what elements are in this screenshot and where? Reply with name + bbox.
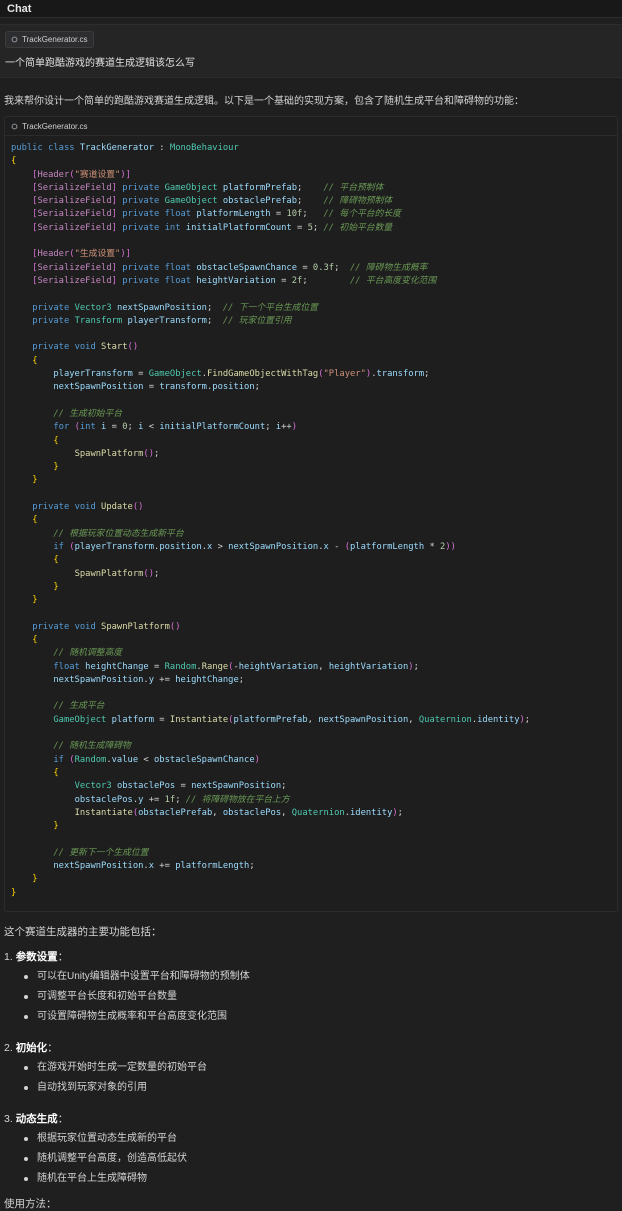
section-heading: 3. 动态生成： <box>4 1113 69 1125</box>
code-line: [SerializeField] private float obstacleS… <box>32 262 428 273</box>
code-line: private void Update() <box>32 502 144 513</box>
code-line: { <box>53 767 59 778</box>
list-item: 根据玩家位置动态生成新的平台 <box>24 1132 622 1152</box>
code-line: // 根据玩家位置动态生成新平台 <box>53 528 184 539</box>
chat-panel-header: Chat <box>0 0 622 18</box>
code-line: playerTransform = GameObject.FindGameObj… <box>53 369 430 380</box>
code-line: for (int i = 0; i < initialPlatformCount… <box>53 422 298 433</box>
section-list: 根据玩家位置动态生成新的平台 随机调整平台高度，创造高低起伏 随机在平台上生成障碍物 <box>0 1132 622 1192</box>
code-line: private Vector3 nextSpawnPosition; // 下一… <box>32 302 318 313</box>
code-line: [SerializeField] private float platformL… <box>32 209 401 220</box>
attached-file-chip[interactable]: TrackGenerator.cs <box>5 31 94 48</box>
list-item: 可设置障碍物生成概率和平台高度变化范围 <box>24 1010 622 1030</box>
code-file-chip[interactable]: TrackGenerator.cs <box>11 120 88 133</box>
section-heading: 1. 参数设置： <box>4 951 69 963</box>
code-block: TrackGenerator.cs public class TrackGene… <box>4 116 618 912</box>
code-line: private void SpawnPlatform() <box>32 621 181 632</box>
list-item: 在游戏开始时生成一定数量的初始平台 <box>24 1061 622 1081</box>
csharp-file-icon <box>11 123 18 129</box>
attached-file-name: TrackGenerator.cs <box>22 35 88 44</box>
code-line: GameObject platform = Instantiate(platfo… <box>53 714 531 725</box>
code-file-name: TrackGenerator.cs <box>22 121 88 131</box>
code-line: { <box>53 435 59 446</box>
code-line: { <box>11 156 17 167</box>
user-message-text: 一个简单跑酷游戏的赛道生成逻辑该怎么写 <box>5 58 195 69</box>
code-line: // 随机生成障碍物 <box>53 741 131 752</box>
code-line: } <box>11 887 17 898</box>
code-line: { <box>32 515 38 526</box>
code-line: } <box>53 462 59 473</box>
code-line: float heightChange = Random.Range(-heigh… <box>53 661 419 672</box>
code-line: // 生成初始平台 <box>53 408 123 419</box>
code-line: // 更新下一个生成位置 <box>53 847 149 858</box>
code-line: nextSpawnPosition = transform.position; <box>53 382 260 393</box>
code-line: if (playerTransform.position.x > nextSpa… <box>53 541 456 552</box>
code-line: SpawnPlatform(); <box>74 448 160 459</box>
code-line: private void Start() <box>32 342 139 353</box>
code-line: [SerializeField] private float heightVar… <box>32 275 437 286</box>
code-line: // 生成平台 <box>53 701 105 712</box>
code-line: } <box>32 874 38 885</box>
usage-heading: 使用方法： <box>4 1198 57 1210</box>
list-item: 随机调整平台高度，创造高低起伏 <box>24 1152 622 1172</box>
code-line: nextSpawnPosition.x += platformLength; <box>53 861 255 872</box>
code-line: obstaclePos.y += 1f; // 将障碍物放在平台上方 <box>74 794 290 805</box>
code-line: [SerializeField] private int initialPlat… <box>32 222 393 233</box>
list-item: 可调整平台长度和初始平台数量 <box>24 990 622 1010</box>
code-line: nextSpawnPosition.y += heightChange; <box>53 674 245 685</box>
list-item: 随机在平台上生成障碍物 <box>24 1172 622 1192</box>
code-line: } <box>32 595 38 606</box>
section-list: 可以在Unity编辑器中设置平台和障碍物的预制体 可调整平台长度和初始平台数量 可设… <box>0 970 622 1030</box>
code-line: } <box>53 581 59 592</box>
code-line: { <box>32 355 38 366</box>
chat-tab[interactable]: Chat <box>4 1 34 17</box>
code-line: public class TrackGenerator : MonoBehavi… <box>11 143 239 153</box>
section-list: 在游戏开始时生成一定数量的初始平台 自动找到玩家对象的引用 <box>0 1061 622 1101</box>
code-line: if (Random.value < obstacleSpawnChance) <box>53 754 260 765</box>
csharp-file-icon <box>11 36 18 43</box>
code-line: } <box>53 821 59 832</box>
code-line: // 随机调整高度 <box>53 648 123 659</box>
user-message: TrackGenerator.cs 一个简单跑酷游戏的赛道生成逻辑该怎么写 <box>0 24 622 78</box>
code-content[interactable]: public class TrackGenerator : MonoBehavi… <box>5 136 617 906</box>
summary-text: 这个赛道生成器的主要功能包括： <box>4 926 162 938</box>
code-line: { <box>53 555 59 566</box>
code-line: } <box>32 475 38 486</box>
code-line: private Transform playerTransform; // 玩家… <box>32 315 292 326</box>
assistant-intro: 我来帮你设计一个简单的跑酷游戏赛道生成逻辑。以下是一个基础的实现方案，包含了随机… <box>4 96 524 107</box>
code-line: { <box>32 634 38 645</box>
feature-sections: 1. 参数设置： 可以在Unity编辑器中设置平台和障碍物的预制体 可调整平台长度和… <box>0 949 622 1192</box>
code-line: SpawnPlatform(); <box>74 568 160 579</box>
code-line: [Header("赛道设置")] <box>32 169 131 180</box>
list-item: 自动找到玩家对象的引用 <box>24 1081 622 1101</box>
code-line: Vector3 obstaclePos = nextSpawnPosition; <box>74 781 287 792</box>
code-line: [SerializeField] private GameObject obst… <box>32 196 393 207</box>
code-line: [SerializeField] private GameObject plat… <box>32 182 384 193</box>
list-item: 可以在Unity编辑器中设置平台和障碍物的预制体 <box>24 970 622 990</box>
code-line: Instantiate(obstaclePrefab, obstaclePos,… <box>74 807 403 818</box>
section-heading: 2. 初始化： <box>4 1042 58 1054</box>
code-block-header: TrackGenerator.cs <box>5 117 617 136</box>
code-line: [Header("生成设置")] <box>32 249 131 260</box>
